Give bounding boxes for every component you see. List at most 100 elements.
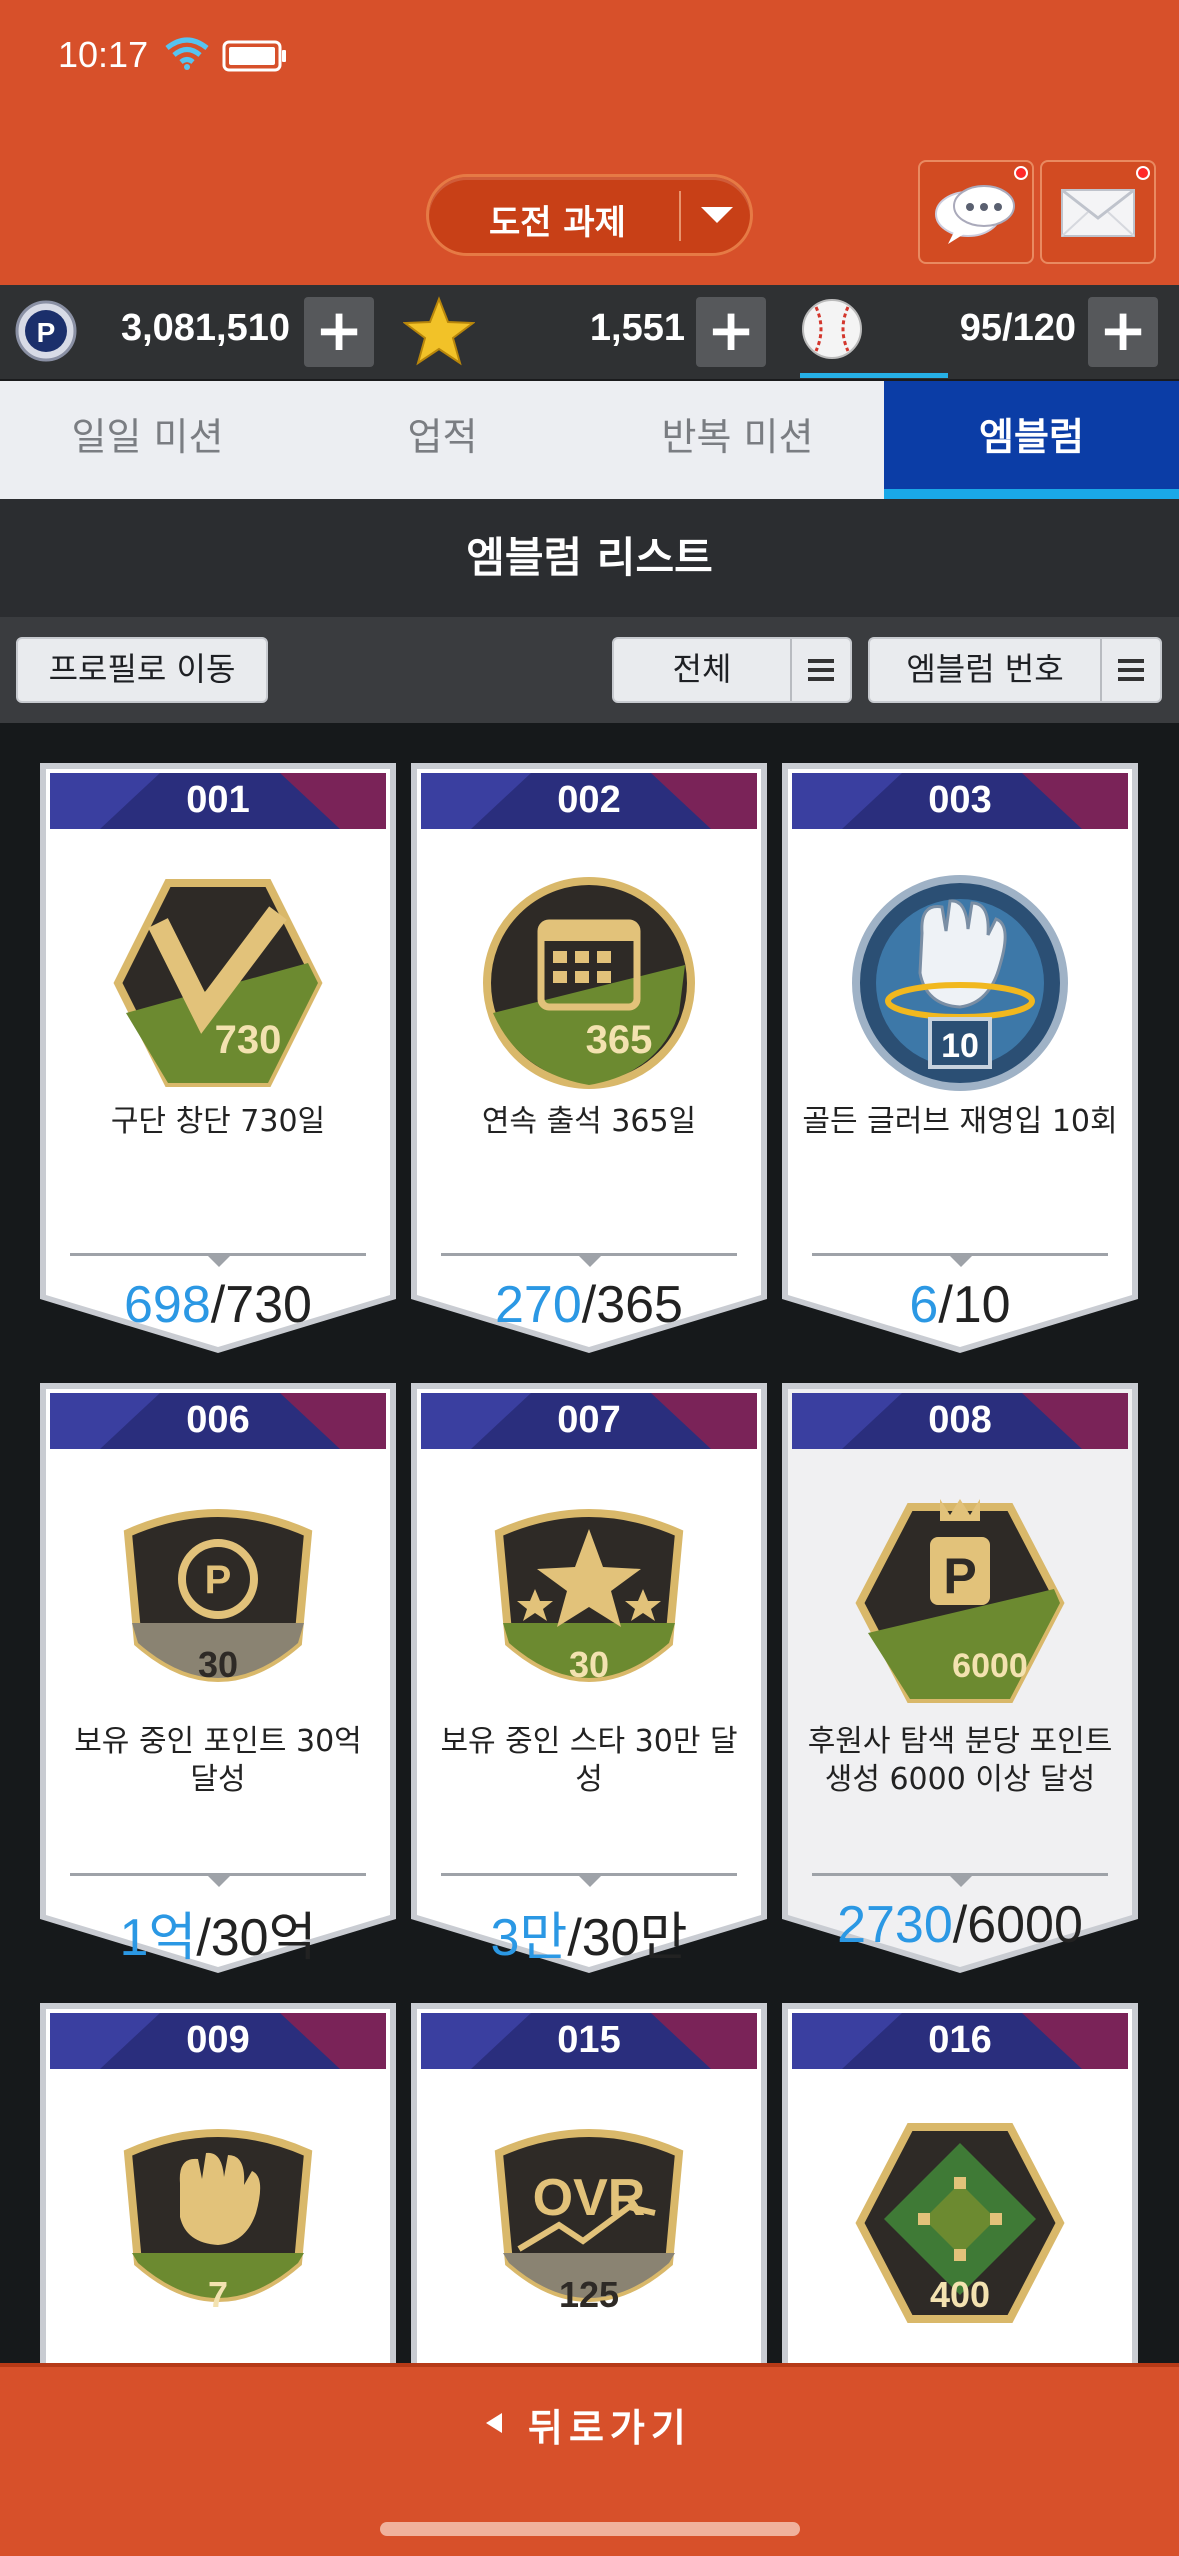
emblem-progress: 6/10 [782,1275,1138,1335]
chevron-down-icon [701,207,733,223]
emblem-number: 015 [557,2019,621,2061]
emblem-number: 016 [928,2019,992,2061]
category-menu-button[interactable] [790,639,850,701]
add-points-button[interactable]: + [304,297,374,367]
challenge-divider [679,191,681,241]
notification-dot [1014,166,1028,180]
tab-daily-mission[interactable]: 일일 미션 [0,381,295,499]
divider-arrow-icon [950,1876,972,1887]
progress-current: 270 [495,1276,582,1334]
bottom-bar: 뒤로가기 [0,2363,1179,2556]
filter-bar: 프로필로 이동 전체 엠블럼 번호 [0,617,1179,723]
emblem-progress: 2730/6000 [782,1895,1138,1955]
progress-current: 6 [909,1276,939,1334]
mission-tabs: 일일 미션 업적 반복 미션 엠블럼 [0,381,1179,880]
chat-button[interactable] [918,160,1034,264]
top-header: 10:17 도전 과제 [0,0,1179,285]
emblem-progress: 698/730 [40,1275,396,1335]
emblem-badge-text: 7 [208,2274,228,2315]
emblem-progress: 1억/30억 [40,1895,396,1970]
add-stamina-button[interactable]: + [1088,297,1158,367]
divider-arrow-icon [579,1876,601,1887]
point-coin-icon: P [15,300,77,362]
glove-10-emblem-icon: 10 [852,875,1068,1091]
wifi-icon [165,37,209,70]
category-filter-label: 전체 [672,650,732,688]
emblem-title: 구단 창단 730일 [110,1104,326,1139]
go-to-profile-button[interactable]: 프로필로 이동 [16,637,268,703]
svg-text:OVR: OVR [533,2169,646,2227]
baseball-icon [802,299,862,359]
glove-7-emblem-icon: 7 [123,2129,313,2315]
category-filter-select[interactable]: 전체 [612,637,852,703]
sort-menu-button[interactable] [1100,639,1160,701]
emblem-number: 003 [928,779,992,821]
progress-target: /365 [581,1276,683,1334]
progress-target: /6000 [952,1896,1083,1954]
star-icon [403,296,475,366]
battery-icon [222,40,286,72]
svg-text:P: P [943,1548,976,1604]
menu-icon [1118,659,1144,681]
emblem-progress: 270/365 [411,1275,767,1335]
emblem-number: 008 [928,1399,992,1441]
emblem-badge-text: 10 [941,1027,979,1065]
mail-button[interactable] [1040,160,1156,264]
emblem-badge-text: 125 [559,2274,619,2315]
menu-icon [808,659,834,681]
emblem-title: 후원사 탐색 분당 포인트 생성 6000 이상 달성 [807,1724,1113,1797]
tab-achievements[interactable]: 업적 [295,381,590,499]
home-indicator[interactable] [380,2522,800,2536]
svg-text:P: P [37,317,56,348]
stamina-bar [800,373,948,378]
points-value: 3,081,510 [120,307,290,349]
divider-arrow-icon [208,1256,230,1267]
svg-text:P: P [205,1558,232,1602]
back-button[interactable]: 뒤로가기 [528,2397,692,2452]
emblem-badge-text: 730 [215,1018,282,1062]
emblem-number: 001 [186,779,250,821]
emblem-number: 002 [557,779,621,821]
emblem-badge-text: 365 [586,1018,653,1062]
emblem-title: 보유 중인 스타 30만 달성 [440,1724,738,1797]
emblem-number: 009 [186,2019,250,2061]
progress-target: /30만 [567,1909,688,1967]
stars-value: 1,551 [589,307,685,349]
progress-current: 698 [124,1276,211,1334]
page-title: 엠블럼 리스트 [0,499,1179,617]
emblem-title: 골든 글러브 재영입 10회 [802,1104,1118,1139]
calendar-365-emblem-icon: 365 [483,877,695,1089]
stamina-value: 95/120 [959,307,1076,349]
divider-arrow-icon [950,1256,972,1267]
progress-current: 3만 [490,1909,568,1967]
divider-arrow-icon [208,1876,230,1887]
add-stars-button[interactable]: + [696,297,766,367]
emblem-progress: 3만/30만 [411,1895,767,1970]
emblem-badge-text: 6000 [952,1647,1028,1685]
challenge-dropdown[interactable]: 도전 과제 [426,174,753,256]
currency-bar: P 3,081,510 + 1,551 + 95/120 + [0,285,1179,381]
emblem-badge-text: 400 [930,2274,990,2315]
emblem-badge-text: 30 [198,1644,238,1685]
v-730-emblem-icon: 730 [113,879,323,1087]
field-400-emblem-icon: 400 [855,2123,1065,2323]
emblem-title: 보유 중인 포인트 30억 달성 [74,1724,362,1797]
progress-current: 2730 [837,1896,953,1954]
back-arrow-icon [486,2413,502,2433]
progress-target: /10 [938,1276,1011,1334]
sort-label: 엠블럼 번호 [906,650,1064,688]
sort-select[interactable]: 엠블럼 번호 [868,637,1162,703]
progress-target: /730 [210,1276,312,1334]
emblem-number: 006 [186,1399,250,1441]
star-30-emblem-icon: 30 [494,1509,684,1685]
points-6000-emblem-icon: P 6000 [855,1499,1065,1703]
emblem-grid: 001 730 구단 창단 730일 698/730 002 365 연속 출석… [0,723,1179,2363]
status-time: 10:17 [58,34,149,75]
points-30-emblem-icon: P 30 [123,1509,313,1685]
divider-arrow-icon [579,1256,601,1267]
ovr-125-emblem-icon: OVR 125 [494,2129,684,2315]
challenge-label: 도전 과제 [489,203,626,243]
tab-repeat-mission[interactable]: 반복 미션 [590,381,885,499]
progress-target: /30억 [196,1909,317,1967]
tab-emblem[interactable]: 엠블럼 [884,381,1179,499]
